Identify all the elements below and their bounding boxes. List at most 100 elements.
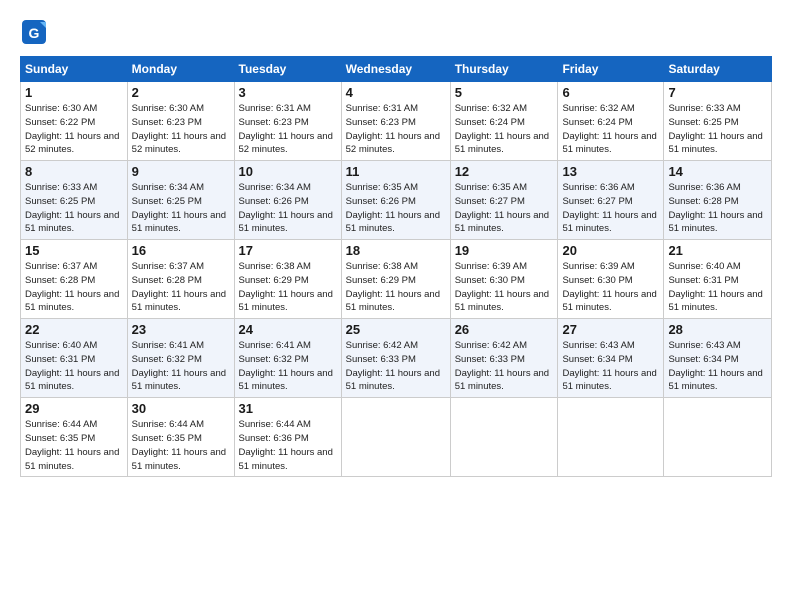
day-number: 6 (562, 85, 659, 100)
day-number: 15 (25, 243, 123, 258)
day-detail: Sunrise: 6:38 AMSunset: 6:29 PMDaylight:… (346, 261, 440, 313)
calendar-page: G SundayMondayTuesdayWednesdayThursdayFr… (0, 0, 792, 612)
day-cell: 8 Sunrise: 6:33 AMSunset: 6:25 PMDayligh… (21, 161, 128, 240)
page-header: G (20, 18, 772, 46)
day-cell (341, 398, 450, 477)
day-cell (450, 398, 558, 477)
day-detail: Sunrise: 6:41 AMSunset: 6:32 PMDaylight:… (239, 340, 333, 392)
day-detail: Sunrise: 6:31 AMSunset: 6:23 PMDaylight:… (346, 103, 440, 155)
day-cell: 13 Sunrise: 6:36 AMSunset: 6:27 PMDaylig… (558, 161, 664, 240)
day-cell: 21 Sunrise: 6:40 AMSunset: 6:31 PMDaylig… (664, 240, 772, 319)
col-header-tuesday: Tuesday (234, 57, 341, 82)
day-cell: 20 Sunrise: 6:39 AMSunset: 6:30 PMDaylig… (558, 240, 664, 319)
week-row-3: 15 Sunrise: 6:37 AMSunset: 6:28 PMDaylig… (21, 240, 772, 319)
day-cell: 1 Sunrise: 6:30 AMSunset: 6:22 PMDayligh… (21, 82, 128, 161)
day-detail: Sunrise: 6:32 AMSunset: 6:24 PMDaylight:… (562, 103, 656, 155)
day-cell: 23 Sunrise: 6:41 AMSunset: 6:32 PMDaylig… (127, 319, 234, 398)
day-number: 28 (668, 322, 767, 337)
svg-text:G: G (29, 25, 40, 41)
day-detail: Sunrise: 6:38 AMSunset: 6:29 PMDaylight:… (239, 261, 333, 313)
day-number: 13 (562, 164, 659, 179)
col-header-friday: Friday (558, 57, 664, 82)
day-detail: Sunrise: 6:43 AMSunset: 6:34 PMDaylight:… (562, 340, 656, 392)
day-number: 19 (455, 243, 554, 258)
day-cell: 7 Sunrise: 6:33 AMSunset: 6:25 PMDayligh… (664, 82, 772, 161)
day-number: 8 (25, 164, 123, 179)
day-detail: Sunrise: 6:42 AMSunset: 6:33 PMDaylight:… (346, 340, 440, 392)
day-cell (664, 398, 772, 477)
day-detail: Sunrise: 6:43 AMSunset: 6:34 PMDaylight:… (668, 340, 762, 392)
day-cell: 16 Sunrise: 6:37 AMSunset: 6:28 PMDaylig… (127, 240, 234, 319)
col-header-sunday: Sunday (21, 57, 128, 82)
day-number: 21 (668, 243, 767, 258)
day-cell: 15 Sunrise: 6:37 AMSunset: 6:28 PMDaylig… (21, 240, 128, 319)
day-cell: 11 Sunrise: 6:35 AMSunset: 6:26 PMDaylig… (341, 161, 450, 240)
day-number: 17 (239, 243, 337, 258)
day-cell: 22 Sunrise: 6:40 AMSunset: 6:31 PMDaylig… (21, 319, 128, 398)
day-number: 9 (132, 164, 230, 179)
day-number: 7 (668, 85, 767, 100)
week-row-5: 29 Sunrise: 6:44 AMSunset: 6:35 PMDaylig… (21, 398, 772, 477)
day-number: 2 (132, 85, 230, 100)
day-number: 27 (562, 322, 659, 337)
day-detail: Sunrise: 6:30 AMSunset: 6:23 PMDaylight:… (132, 103, 226, 155)
day-detail: Sunrise: 6:42 AMSunset: 6:33 PMDaylight:… (455, 340, 549, 392)
day-cell: 26 Sunrise: 6:42 AMSunset: 6:33 PMDaylig… (450, 319, 558, 398)
day-number: 16 (132, 243, 230, 258)
col-header-monday: Monday (127, 57, 234, 82)
day-detail: Sunrise: 6:37 AMSunset: 6:28 PMDaylight:… (132, 261, 226, 313)
day-number: 26 (455, 322, 554, 337)
day-detail: Sunrise: 6:30 AMSunset: 6:22 PMDaylight:… (25, 103, 119, 155)
day-detail: Sunrise: 6:36 AMSunset: 6:27 PMDaylight:… (562, 182, 656, 234)
day-number: 30 (132, 401, 230, 416)
day-number: 22 (25, 322, 123, 337)
day-cell: 10 Sunrise: 6:34 AMSunset: 6:26 PMDaylig… (234, 161, 341, 240)
logo: G (20, 18, 52, 46)
col-header-thursday: Thursday (450, 57, 558, 82)
week-row-4: 22 Sunrise: 6:40 AMSunset: 6:31 PMDaylig… (21, 319, 772, 398)
day-detail: Sunrise: 6:35 AMSunset: 6:26 PMDaylight:… (346, 182, 440, 234)
day-number: 20 (562, 243, 659, 258)
day-cell: 5 Sunrise: 6:32 AMSunset: 6:24 PMDayligh… (450, 82, 558, 161)
week-row-2: 8 Sunrise: 6:33 AMSunset: 6:25 PMDayligh… (21, 161, 772, 240)
day-cell: 19 Sunrise: 6:39 AMSunset: 6:30 PMDaylig… (450, 240, 558, 319)
logo-icon: G (20, 18, 48, 46)
day-detail: Sunrise: 6:31 AMSunset: 6:23 PMDaylight:… (239, 103, 333, 155)
day-number: 3 (239, 85, 337, 100)
day-cell: 28 Sunrise: 6:43 AMSunset: 6:34 PMDaylig… (664, 319, 772, 398)
day-detail: Sunrise: 6:32 AMSunset: 6:24 PMDaylight:… (455, 103, 549, 155)
day-cell: 27 Sunrise: 6:43 AMSunset: 6:34 PMDaylig… (558, 319, 664, 398)
day-detail: Sunrise: 6:39 AMSunset: 6:30 PMDaylight:… (562, 261, 656, 313)
day-cell (558, 398, 664, 477)
day-detail: Sunrise: 6:33 AMSunset: 6:25 PMDaylight:… (25, 182, 119, 234)
day-cell: 30 Sunrise: 6:44 AMSunset: 6:35 PMDaylig… (127, 398, 234, 477)
day-number: 4 (346, 85, 446, 100)
day-detail: Sunrise: 6:34 AMSunset: 6:25 PMDaylight:… (132, 182, 226, 234)
day-cell: 24 Sunrise: 6:41 AMSunset: 6:32 PMDaylig… (234, 319, 341, 398)
day-number: 23 (132, 322, 230, 337)
day-cell: 18 Sunrise: 6:38 AMSunset: 6:29 PMDaylig… (341, 240, 450, 319)
day-cell: 12 Sunrise: 6:35 AMSunset: 6:27 PMDaylig… (450, 161, 558, 240)
day-detail: Sunrise: 6:41 AMSunset: 6:32 PMDaylight:… (132, 340, 226, 392)
day-detail: Sunrise: 6:44 AMSunset: 6:35 PMDaylight:… (132, 419, 226, 471)
day-number: 14 (668, 164, 767, 179)
day-number: 1 (25, 85, 123, 100)
day-detail: Sunrise: 6:37 AMSunset: 6:28 PMDaylight:… (25, 261, 119, 313)
day-detail: Sunrise: 6:44 AMSunset: 6:36 PMDaylight:… (239, 419, 333, 471)
day-detail: Sunrise: 6:39 AMSunset: 6:30 PMDaylight:… (455, 261, 549, 313)
day-cell: 17 Sunrise: 6:38 AMSunset: 6:29 PMDaylig… (234, 240, 341, 319)
day-cell: 25 Sunrise: 6:42 AMSunset: 6:33 PMDaylig… (341, 319, 450, 398)
day-number: 5 (455, 85, 554, 100)
day-cell: 6 Sunrise: 6:32 AMSunset: 6:24 PMDayligh… (558, 82, 664, 161)
day-detail: Sunrise: 6:33 AMSunset: 6:25 PMDaylight:… (668, 103, 762, 155)
day-number: 24 (239, 322, 337, 337)
day-number: 25 (346, 322, 446, 337)
day-number: 18 (346, 243, 446, 258)
day-number: 10 (239, 164, 337, 179)
day-number: 11 (346, 164, 446, 179)
day-number: 12 (455, 164, 554, 179)
day-cell: 29 Sunrise: 6:44 AMSunset: 6:35 PMDaylig… (21, 398, 128, 477)
day-detail: Sunrise: 6:40 AMSunset: 6:31 PMDaylight:… (25, 340, 119, 392)
col-header-saturday: Saturday (664, 57, 772, 82)
day-detail: Sunrise: 6:40 AMSunset: 6:31 PMDaylight:… (668, 261, 762, 313)
